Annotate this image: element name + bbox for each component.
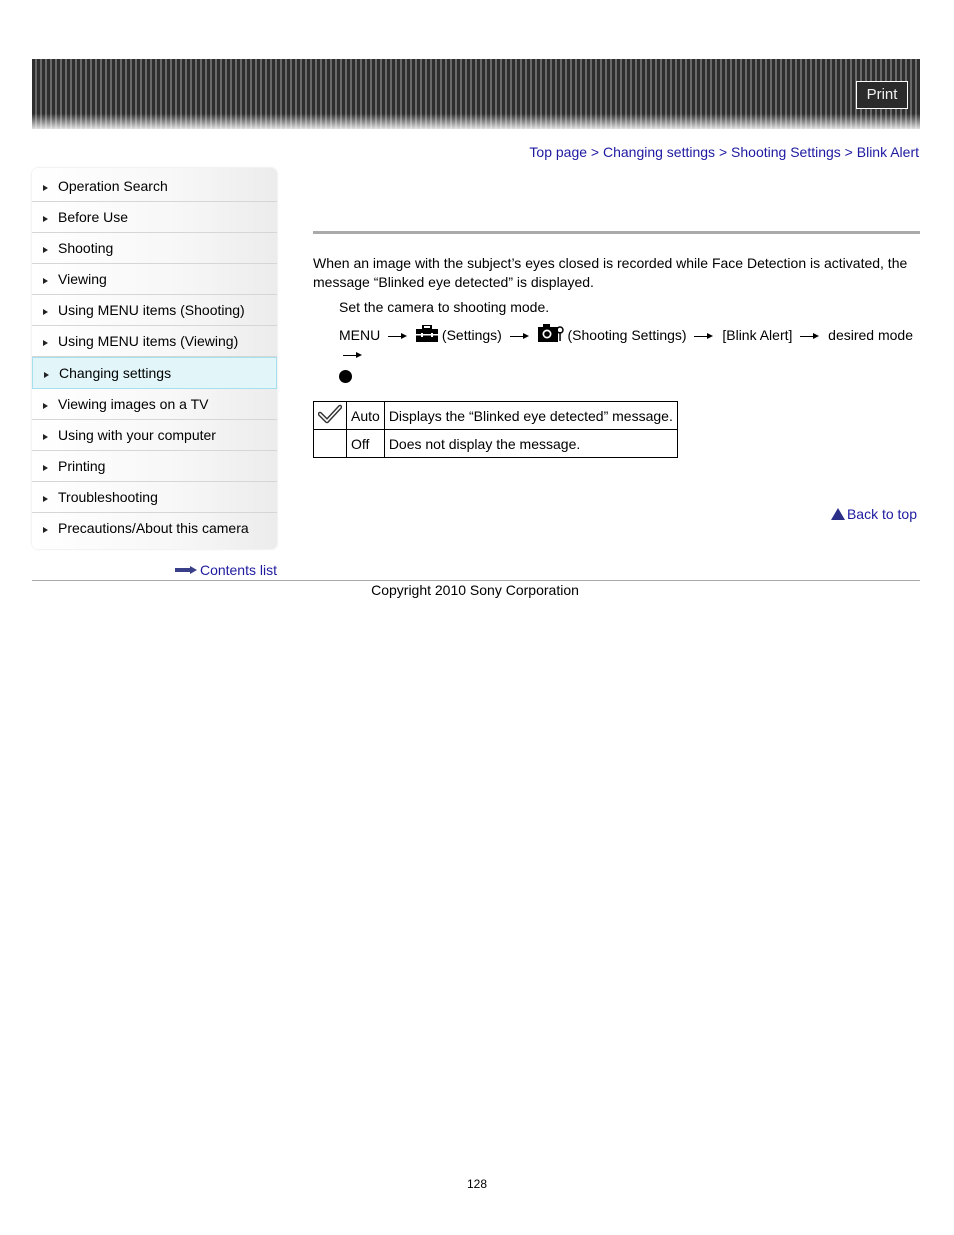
back-to-top-label[interactable]: Back to top bbox=[847, 506, 917, 522]
sidebar-item-printing[interactable]: Printing bbox=[32, 451, 277, 482]
sidebar-item-label: Operation Search bbox=[58, 178, 168, 194]
sidebar-item-label: Using MENU items (Shooting) bbox=[58, 302, 245, 318]
table-row: Auto Displays the “Blinked eye detected”… bbox=[313, 401, 678, 430]
sidebar-item-label: Troubleshooting bbox=[58, 489, 158, 505]
contents-list-link[interactable]: Contents list bbox=[174, 562, 277, 578]
breadcrumb-blink-alert[interactable]: Blink Alert bbox=[857, 144, 919, 160]
intro-paragraph: When an image with the subject’s eyes cl… bbox=[313, 255, 908, 290]
step-1: Set the camera to shooting mode. bbox=[339, 299, 550, 315]
breadcrumb-separator: > bbox=[718, 144, 728, 160]
print-button[interactable]: Print bbox=[856, 81, 908, 109]
shooting-settings-label: (Shooting Settings) bbox=[567, 327, 687, 343]
sidebar-item-label: Using MENU items (Viewing) bbox=[58, 333, 239, 349]
back-to-top-link[interactable]: Back to top bbox=[830, 506, 917, 522]
breadcrumb-top-page[interactable]: Top page bbox=[529, 144, 587, 160]
breadcrumb-separator: > bbox=[844, 144, 853, 160]
triangle-right-icon bbox=[43, 495, 48, 502]
sidebar-item-menu-shooting[interactable]: Using MENU items (Shooting) bbox=[32, 295, 277, 326]
sidebar-nav: Operation Search Before Use Shooting Vie… bbox=[32, 168, 277, 549]
arrow-right-icon bbox=[343, 351, 363, 359]
sidebar-item-operation-search[interactable]: Operation Search bbox=[32, 171, 277, 202]
arrow-right-icon bbox=[388, 332, 408, 340]
triangle-right-icon bbox=[43, 184, 48, 191]
triangle-right-icon bbox=[43, 402, 48, 409]
triangle-right-icon bbox=[43, 246, 48, 253]
triangle-right-icon bbox=[43, 308, 48, 315]
triangle-right-icon bbox=[44, 371, 49, 378]
table-row: Off Does not display the message. bbox=[313, 429, 678, 458]
sidebar-item-label: Before Use bbox=[58, 209, 129, 225]
camera-settings-icon bbox=[537, 324, 564, 342]
main-content: When an image with the subject’s eyes cl… bbox=[313, 254, 920, 388]
title-divider bbox=[313, 231, 920, 234]
triangle-right-icon bbox=[43, 464, 48, 471]
sidebar-item-label: Printing bbox=[58, 458, 106, 474]
breadcrumb: Top page > Changing settings > Shooting … bbox=[529, 144, 919, 160]
sidebar-item-label: Shooting bbox=[58, 240, 114, 256]
breadcrumb-shooting-settings[interactable]: Shooting Settings bbox=[731, 144, 841, 160]
sidebar-item-label: Viewing bbox=[58, 271, 107, 287]
triangle-up-icon bbox=[830, 508, 845, 520]
center-button-icon bbox=[339, 370, 352, 383]
default-cell bbox=[313, 429, 347, 458]
menu-label: MENU bbox=[339, 327, 381, 343]
sidebar-item-before-use[interactable]: Before Use bbox=[32, 202, 277, 233]
sidebar-item-menu-viewing[interactable]: Using MENU items (Viewing) bbox=[32, 326, 277, 357]
footer-divider bbox=[32, 580, 920, 581]
options-table: Auto Displays the “Blinked eye detected”… bbox=[313, 401, 678, 458]
sidebar-item-precautions[interactable]: Precautions/About this camera bbox=[32, 513, 277, 543]
header-banner bbox=[32, 59, 920, 129]
description-cell: Displays the “Blinked eye detected” mess… bbox=[383, 401, 678, 430]
arrow-right-icon bbox=[800, 332, 820, 340]
sidebar-item-label: Precautions/About this camera bbox=[58, 520, 249, 536]
arrow-right-icon bbox=[509, 332, 530, 340]
blink-alert-label: [Blink Alert] bbox=[722, 327, 793, 343]
sidebar-item-viewing[interactable]: Viewing bbox=[32, 264, 277, 295]
sidebar-item-shooting[interactable]: Shooting bbox=[32, 233, 277, 264]
triangle-right-icon bbox=[43, 526, 48, 533]
checkmark-default-icon bbox=[317, 404, 343, 424]
settings-label: (Settings) bbox=[441, 327, 502, 343]
triangle-right-icon bbox=[43, 277, 48, 284]
breadcrumb-separator: > bbox=[590, 144, 600, 160]
desired-mode-label: desired mode bbox=[828, 327, 913, 343]
mode-cell: Auto bbox=[346, 401, 385, 430]
breadcrumb-changing-settings[interactable]: Changing settings bbox=[603, 144, 715, 160]
sidebar-item-viewing-tv[interactable]: Viewing images on a TV bbox=[32, 389, 277, 420]
description-cell: Does not display the message. bbox=[383, 429, 678, 458]
sidebar-item-changing-settings[interactable]: Changing settings bbox=[32, 357, 277, 389]
default-cell bbox=[313, 401, 347, 430]
toolbox-settings-icon bbox=[416, 325, 439, 342]
triangle-right-icon bbox=[43, 339, 48, 346]
copyright-text: Copyright 2010 Sony Corporation bbox=[371, 582, 579, 598]
page-number: 128 bbox=[466, 1177, 488, 1191]
sidebar-item-label: Using with your computer bbox=[58, 427, 216, 443]
triangle-right-icon bbox=[43, 215, 48, 222]
mode-cell: Off bbox=[346, 429, 385, 458]
sidebar-item-computer[interactable]: Using with your computer bbox=[32, 420, 277, 451]
triangle-right-icon bbox=[43, 433, 48, 440]
sidebar-item-label: Viewing images on a TV bbox=[58, 396, 209, 412]
sidebar-item-label: Changing settings bbox=[59, 365, 172, 381]
contents-list-label[interactable]: Contents list bbox=[200, 562, 277, 578]
arrow-right-icon bbox=[694, 332, 714, 340]
arrow-right-icon bbox=[174, 566, 197, 574]
sidebar-item-troubleshooting[interactable]: Troubleshooting bbox=[32, 482, 277, 513]
step-2: MENU (Settings) (Shooting Settings) [Bli… bbox=[339, 324, 920, 388]
